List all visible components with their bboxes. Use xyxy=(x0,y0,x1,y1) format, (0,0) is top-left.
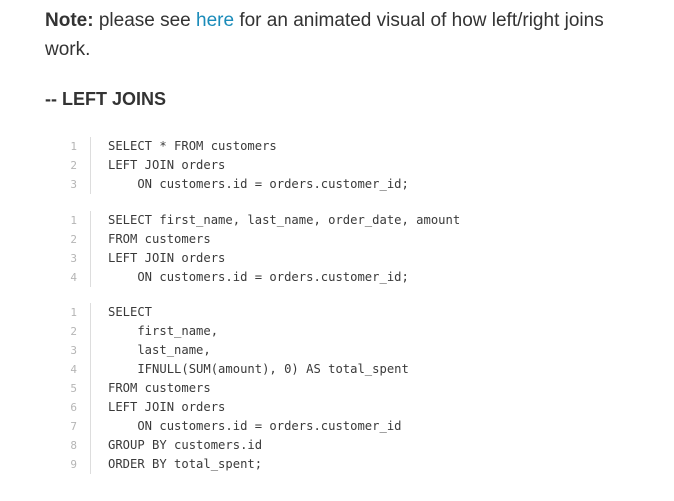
code-line: 2 FROM customers xyxy=(55,230,615,249)
code-text: ON customers.id = orders.customer_id; xyxy=(108,177,409,191)
code-line: 1 SELECT * FROM customers xyxy=(55,137,615,156)
code-text: GROUP BY customers.id xyxy=(108,438,263,452)
code-line: 7 ON customers.id = orders.customer_id xyxy=(55,417,615,436)
note-text-before: please see xyxy=(93,10,197,31)
code-text: ORDER BY total_spent; xyxy=(108,457,263,471)
line-number: 3 xyxy=(70,344,77,357)
code-text: ON customers.id = orders.customer_id; xyxy=(108,270,409,284)
line-number: 8 xyxy=(70,439,77,452)
here-link[interactable]: here xyxy=(196,10,234,31)
code-line: 4 IFNULL(SUM(amount), 0) AS total_spent xyxy=(55,360,615,379)
line-number: 4 xyxy=(70,363,77,376)
code-text: first_name, xyxy=(108,324,219,338)
code-block: 1 SELECT first_name, last_name, order_dat… xyxy=(55,211,615,287)
code-line: 3 ON customers.id = orders.customer_id; xyxy=(55,175,615,194)
line-number: 6 xyxy=(70,401,77,414)
code-line: 4 ON customers.id = orders.customer_id; xyxy=(55,268,615,287)
line-number: 1 xyxy=(70,306,77,319)
code-line: 1 SELECT xyxy=(55,303,615,322)
code-line: 2 first_name, xyxy=(55,322,615,341)
code-block: 1 SELECT 2 first_name, 3 last_name, 4 IFNULL… xyxy=(55,303,615,474)
note-label: Note: xyxy=(45,10,94,31)
code-text: LEFT JOIN orders xyxy=(108,158,226,172)
code-line: 6 LEFT JOIN orders xyxy=(55,398,615,417)
code-text: FROM customers xyxy=(108,381,211,395)
code-line: 2 LEFT JOIN orders xyxy=(55,156,615,175)
code-line: 9 ORDER BY total_spent; xyxy=(55,455,615,474)
code-line: 3 LEFT JOIN orders xyxy=(55,249,615,268)
line-number: 3 xyxy=(70,178,77,191)
code-line: 1 SELECT first_name, last_name, order_dat… xyxy=(55,211,615,230)
code-text: FROM customers xyxy=(108,232,211,246)
code-text: SELECT * FROM customers xyxy=(108,139,277,153)
code-text: SELECT first_name, last_name, order_date… xyxy=(108,213,461,227)
line-number: 2 xyxy=(70,233,77,246)
line-number: 4 xyxy=(70,271,77,284)
code-line: 3 last_name, xyxy=(55,341,615,360)
code-text: ON customers.id = orders.customer_id xyxy=(108,419,402,433)
code-text: last_name, xyxy=(108,343,211,357)
line-number: 7 xyxy=(70,420,77,433)
code-block: 1 SELECT * FROM customers 2 LEFT JOIN order… xyxy=(55,137,615,194)
note-paragraph: Note: please see here for an animated vi… xyxy=(45,6,635,64)
line-number: 2 xyxy=(70,325,77,338)
line-number: 1 xyxy=(70,140,77,153)
line-number: 9 xyxy=(70,458,77,471)
line-number: 3 xyxy=(70,252,77,265)
code-text: LEFT JOIN orders xyxy=(108,400,226,414)
line-number: 2 xyxy=(70,159,77,172)
code-text: SELECT xyxy=(108,305,153,319)
line-number: 5 xyxy=(70,382,77,395)
code-text: LEFT JOIN orders xyxy=(108,251,226,265)
code-text: IFNULL(SUM(amount), 0) AS total_spent xyxy=(108,362,409,376)
code-line: 5 FROM customers xyxy=(55,379,615,398)
section-heading: -- LEFT JOINS xyxy=(45,89,166,109)
code-line: 8 GROUP BY customers.id xyxy=(55,436,615,455)
line-number: 1 xyxy=(70,214,77,227)
